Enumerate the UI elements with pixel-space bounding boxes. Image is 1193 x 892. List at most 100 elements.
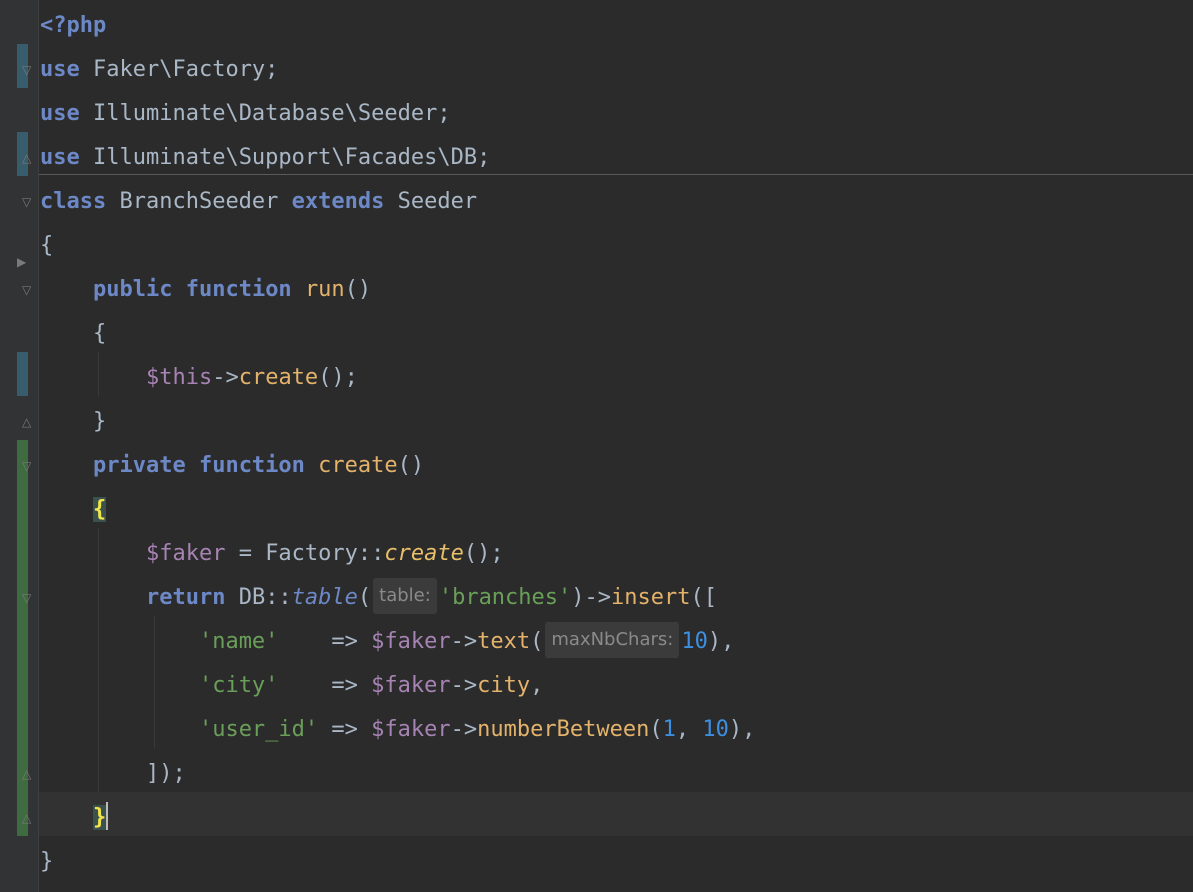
method-call: create [238,365,319,390]
code-line[interactable]: class BranchSeeder extends Seeder [0,180,1193,224]
namespace: Faker\Factory; [79,57,279,82]
code-line[interactable]: use Illuminate\Support\Facades\DB; [0,136,1193,180]
punctuation: (); [318,365,358,390]
expression: = Factory:: [225,541,385,566]
code-line[interactable]: } [0,840,1193,884]
keyword: use [40,101,80,126]
keyword: use [40,57,80,82]
brace: } [40,849,54,874]
namespace: Illuminate\Database\Seeder; [79,101,451,126]
brace: } [40,409,107,434]
method-name: run [304,277,345,302]
number-literal: 10 [681,629,708,654]
keyword: public [92,277,173,302]
method-call: insert [611,585,691,610]
punctuation: ([ [690,585,718,610]
code-line[interactable]: use Illuminate\Database\Seeder; [0,92,1193,136]
text-caret [106,802,109,830]
namespace: Illuminate\Support\Facades\DB; [79,145,491,170]
brace: { [40,233,54,258]
operator: -> [450,629,478,654]
static-method-call: create [384,541,464,566]
keyword: class [40,189,107,214]
php-open-tag: <?php [40,13,107,38]
number-literal: 1 [662,717,676,742]
property-access: city [477,673,531,698]
operator: => [278,629,372,654]
operator: => [278,673,372,698]
variable: $faker [371,629,451,654]
operator: => [318,717,372,742]
punctuation: (); [463,541,504,566]
parens: () [344,277,372,302]
keyword: extends [291,189,385,214]
code-line-current[interactable]: } [0,796,1193,840]
matched-brace: } [92,805,107,830]
punctuation: , [675,717,703,742]
code-line[interactable]: { [0,312,1193,356]
code-line[interactable]: } [0,400,1193,444]
code-line[interactable]: private function create() [0,444,1193,488]
code-line[interactable]: return DB::table(table:'branches')->inse… [0,576,1193,620]
punctuation: ), [707,629,735,654]
variable: $faker [371,673,451,698]
code-line[interactable]: { [0,488,1193,532]
number-literal: 10 [702,717,729,742]
variable: $this [145,365,213,390]
code-line[interactable]: 'user_id' => $faker->numberBetween(1, 10… [0,708,1193,752]
keyword: function [185,277,292,302]
punctuation: ]); [40,761,186,786]
code-line[interactable]: { [0,224,1193,268]
method-name: create [318,453,398,478]
parent-class: Seeder [384,189,478,214]
code-line[interactable]: $this->create(); [0,356,1193,400]
parameter-hint: table: [373,578,437,614]
parameter-hint: maxNbChars: [545,622,680,658]
punctuation: , [530,673,544,698]
keyword: function [198,453,305,478]
code-line[interactable]: ]); [0,752,1193,796]
class-name: BranchSeeder [106,189,292,214]
keyword: use [40,145,80,170]
operator: )-> [571,585,612,610]
keyword: return [145,585,226,610]
code-editor[interactable]: ▽ △ ▽ ▶ ▽ △ ▽ ▽ △ △ <?php use Faker\Fact… [0,0,1193,892]
method-call: numberBetween [477,717,650,742]
punctuation: ( [357,585,372,610]
matched-brace: { [92,497,107,522]
variable: $faker [145,541,226,566]
string-literal: 'user_id' [198,717,319,742]
code-line[interactable]: 'city' => $faker->city, [0,664,1193,708]
string-literal: 'name' [198,629,279,654]
string-literal: 'branches' [438,585,572,610]
code-line[interactable]: use Faker\Factory; [0,48,1193,92]
static-method-call: table [291,585,358,610]
operator: -> [450,673,478,698]
code-line[interactable]: 'name' => $faker->text(maxNbChars: 10), [0,620,1193,664]
punctuation: ( [649,717,663,742]
operator: -> [450,717,478,742]
variable: $faker [371,717,451,742]
method-call: text [477,629,531,654]
class-ref: DB:: [225,585,292,610]
code-line[interactable]: public function run() [0,268,1193,312]
code-line[interactable]: <?php [0,4,1193,48]
code-line[interactable]: $faker = Factory::create(); [0,532,1193,576]
punctuation: ( [530,629,544,654]
string-literal: 'city' [198,673,279,698]
parens: () [397,453,425,478]
